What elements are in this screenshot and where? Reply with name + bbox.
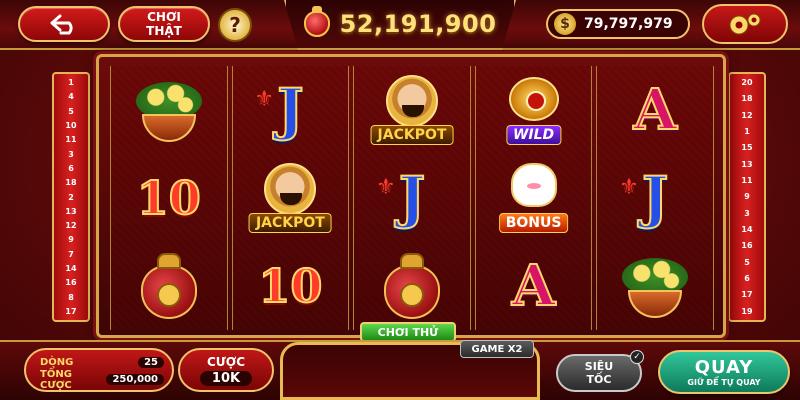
money-tree-symbol (119, 71, 219, 149)
help-icon: ? (229, 13, 241, 37)
demo-play-tag: CHƠI THỬ (360, 322, 456, 342)
payline-number[interactable]: 14 (741, 225, 752, 234)
j-symbol: ⚜ J (375, 164, 426, 232)
wild-tag: WILD (505, 125, 562, 145)
payline-number[interactable]: 17 (65, 307, 76, 316)
payline-number[interactable]: 11 (741, 176, 752, 185)
money-bag-symbol (362, 247, 462, 325)
payline-number[interactable]: 4 (68, 92, 74, 101)
settings-button[interactable] (702, 4, 788, 44)
payline-number[interactable]: 14 (65, 264, 76, 273)
jackpot-symbol: JACKPOT (362, 71, 462, 149)
paylines-right: 20 18 12 1 15 13 11 9 3 14 16 5 6 17 19 (728, 72, 766, 322)
jackpot-tag: JACKPOT (370, 125, 454, 145)
payline-number[interactable]: 16 (741, 241, 752, 250)
reels-grid: 10 ⚜ J JACKPOT 10 JACKPOT ⚜ J WILD BONUS… (110, 66, 714, 330)
real-play-label-line2: THẬT (146, 24, 182, 38)
back-button[interactable] (18, 6, 110, 42)
golden-eye-icon (508, 77, 559, 121)
payline-number[interactable]: 20 (741, 78, 752, 87)
payline-number[interactable]: 12 (65, 221, 76, 230)
payline-number[interactable]: 16 (65, 278, 76, 287)
check-icon: ✓ (630, 350, 644, 364)
payline-number[interactable]: 17 (741, 290, 752, 299)
j-symbol: ⚜ J (619, 164, 669, 232)
payline-number[interactable]: 7 (68, 250, 74, 259)
reel-4: WILD BONUS A (474, 66, 593, 330)
gear-icon (729, 13, 761, 35)
fleur-icon: ⚜ (375, 175, 396, 200)
payline-number[interactable]: 10 (65, 121, 76, 130)
coin-icon: $ (554, 13, 576, 35)
fleur-icon: ⚜ (254, 87, 275, 112)
reel-5: A ⚜ J (596, 66, 714, 330)
total-bet-label: TỔNG CƯỢC (40, 368, 72, 391)
payline-number[interactable]: 3 (68, 150, 74, 159)
bonus-symbol: BONUS (484, 159, 584, 237)
wild-symbol: WILD (484, 71, 584, 149)
reel-2: ⚜ J JACKPOT 10 (231, 66, 350, 330)
spin-label: QUAY (694, 356, 754, 378)
fleur-icon: ⚜ (619, 175, 639, 200)
turbo-label-line2: TỐC (586, 373, 612, 386)
payline-number[interactable]: 18 (65, 178, 76, 187)
payline-number[interactable]: 13 (741, 160, 752, 169)
lines-value: 25 (138, 357, 164, 368)
payline-number[interactable]: 13 (65, 207, 76, 216)
paylines-left: 1 4 5 10 11 3 6 18 2 13 12 9 7 14 16 8 17 (52, 72, 90, 322)
ten-symbol: 10 (136, 170, 202, 226)
payline-number[interactable]: 2 (68, 193, 74, 202)
money-bag-symbol (119, 247, 219, 325)
real-play-button[interactable]: CHƠI THẬT (118, 6, 210, 42)
lucky-cat-icon (510, 163, 557, 207)
bet-label: CƯỢC (206, 354, 246, 369)
spin-button[interactable]: QUAY GIỮ ĐỂ TỰ QUAY (658, 350, 790, 394)
back-arrow-icon (50, 14, 73, 35)
ten-symbol: 10 (257, 258, 323, 314)
reel-3: JACKPOT ⚜ J (353, 66, 471, 330)
payline-number[interactable]: 12 (741, 111, 752, 120)
jackpot-value: 52,191,900 (339, 10, 497, 38)
j-symbol: ⚜ J (254, 76, 304, 144)
payline-number[interactable]: 6 (68, 164, 74, 173)
real-play-label-line1: CHƠI (147, 10, 181, 24)
payline-number[interactable]: 11 (65, 135, 76, 144)
a-symbol: A (632, 76, 677, 144)
bonus-tag: BONUS (498, 213, 569, 233)
total-bet-value: 250,000 (106, 374, 164, 385)
lines-label: DÒNG (40, 357, 74, 368)
turbo-label-line1: SIÊU (584, 360, 614, 373)
spin-sublabel: GIỮ ĐỂ TỰ QUAY (687, 377, 761, 387)
payline-number[interactable]: 5 (68, 107, 74, 116)
a-symbol: A (511, 252, 556, 320)
jackpot-tag: JACKPOT (248, 213, 332, 233)
payline-number[interactable]: 15 (741, 143, 752, 152)
balance-value: 79,797,979 (584, 16, 673, 32)
money-bag-icon (303, 6, 330, 37)
jackpot-display: 52,191,900 (284, 0, 516, 50)
payline-number[interactable]: 9 (68, 235, 74, 244)
help-button[interactable]: ? (218, 8, 252, 42)
payline-number[interactable]: 5 (744, 258, 750, 267)
bet-button[interactable]: CƯỢC 10K (178, 348, 274, 392)
god-of-wealth-icon (264, 163, 317, 215)
payline-number[interactable]: 19 (741, 307, 752, 316)
lines-bet-panel[interactable]: DÒNG 25 TỔNG CƯỢC 250,000 (24, 348, 174, 392)
jackpot-symbol: JACKPOT (240, 159, 340, 237)
bet-value: 10K (199, 370, 253, 386)
payline-number[interactable]: 3 (744, 209, 750, 218)
balance-display: $ 79,797,979 (546, 9, 690, 39)
game-x2-button[interactable]: GAME X2 (460, 340, 534, 358)
money-tree-symbol (605, 247, 705, 325)
payline-number[interactable]: 1 (68, 78, 74, 87)
payline-number[interactable]: 8 (68, 293, 74, 302)
god-of-wealth-icon (385, 75, 438, 127)
turbo-toggle[interactable]: SIÊU TỐC ✓ (556, 350, 644, 392)
payline-number[interactable]: 9 (744, 192, 750, 201)
payline-number[interactable]: 6 (744, 274, 750, 283)
reel-1: 10 (110, 66, 228, 330)
payline-number[interactable]: 18 (741, 94, 752, 103)
payline-number[interactable]: 1 (744, 127, 750, 136)
